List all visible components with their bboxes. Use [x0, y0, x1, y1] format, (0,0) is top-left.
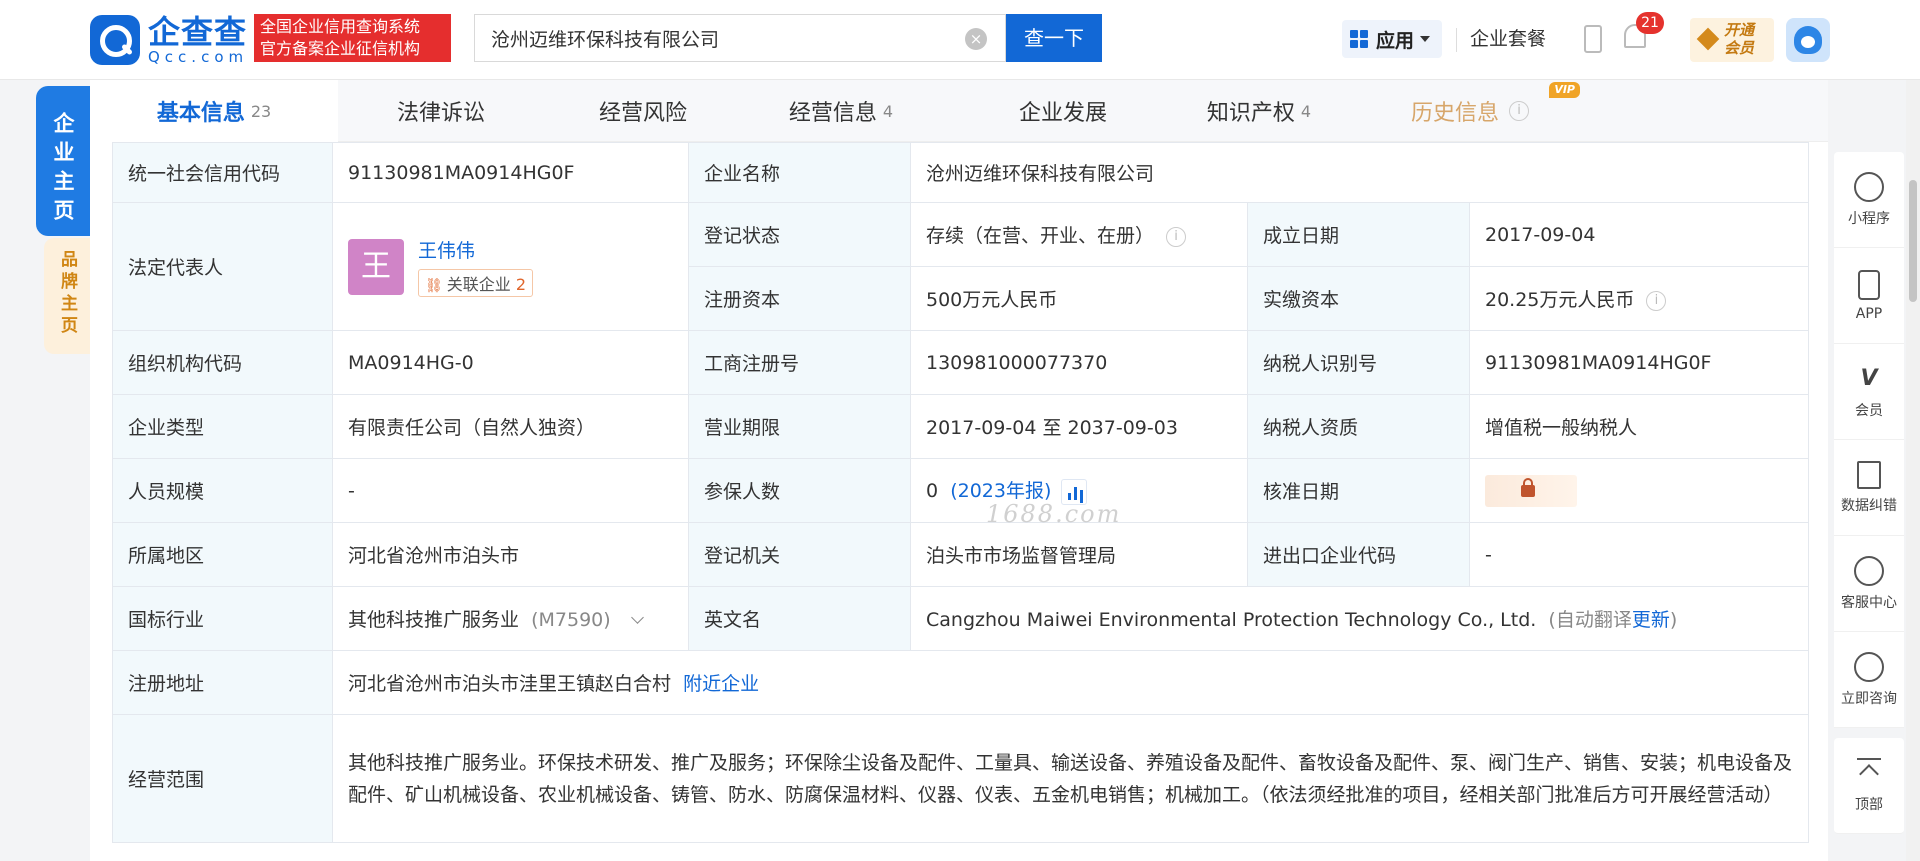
- reg-authority-value: 泊头市市场监督管理局: [910, 522, 1248, 587]
- grid-icon: [1350, 30, 1368, 48]
- notification-badge: 21: [1636, 12, 1664, 34]
- company-name-value: 沧州迈维环保科技有限公司: [909, 142, 1810, 203]
- lock-icon: [1521, 477, 1535, 497]
- info-icon[interactable]: i: [1646, 290, 1667, 311]
- table-row: 所属地区 河北省沧州市泊头市 登记机关 泊头市市场监督管理局 进出口企业代码 -: [112, 522, 1810, 587]
- table-row: 注册地址 河北省沧州市泊头市洼里王镇赵白合村 附近企业: [112, 650, 1810, 715]
- table-row: 法定代表人 王 王伟伟 ⛓ 关联企业 2 登记状态 存续（在营、开业、在册） i 成…: [112, 202, 1810, 331]
- right-toolbar: 小程序 APP V 会员 数据纠错 客服中心 立即咨询 顶部: [1834, 152, 1904, 834]
- table-row: 企业类型 有限责任公司（自然人独资） 营业期限 2017-09-04 至 203…: [112, 394, 1810, 459]
- open-vip-button[interactable]: 开通 会员: [1690, 18, 1774, 62]
- staff-size-value: -: [332, 458, 689, 523]
- table-row: 国标行业 其他科技推广服务业 (M7590) 英文名 Cangzhou Maiw…: [112, 586, 1810, 651]
- english-name-value: Cangzhou Maiwei Environmental Protection…: [909, 586, 1810, 651]
- app-download-button[interactable]: APP: [1834, 248, 1904, 344]
- table-row: 人员规模 - 参保人数 0 (2023年报) 核准日期: [112, 458, 1810, 523]
- basic-info-table: 统一社会信用代码 91130981MA0914HG0F 企业名称 沧州迈维环保科…: [112, 142, 1810, 843]
- info-icon[interactable]: i: [1166, 226, 1187, 247]
- chat-bubble-icon: [1854, 651, 1884, 682]
- customer-service-button[interactable]: 客服中心: [1834, 536, 1904, 632]
- mobile-phone-icon[interactable]: [1584, 25, 1602, 53]
- back-to-top-button[interactable]: 顶部: [1834, 738, 1904, 834]
- tab-legal-litigation[interactable]: 法律诉讼: [338, 80, 544, 142]
- data-correction-button[interactable]: 数据纠错: [1834, 440, 1904, 536]
- tab-basic-info[interactable]: 基本信息 23: [90, 80, 338, 142]
- user-avatar[interactable]: [1786, 18, 1830, 62]
- update-translation-link[interactable]: 更新: [1632, 609, 1670, 631]
- site-logo[interactable]: 企查查 Qcc.com: [90, 14, 248, 66]
- table-row: 经营范围 其他科技推广服务业。环保技术研发、推广及服务；环保除尘设备及配件、工量…: [112, 714, 1810, 843]
- org-code-value: MA0914HG-0: [332, 330, 689, 395]
- consult-now-button[interactable]: 立即咨询: [1834, 632, 1904, 728]
- vip-locked-field[interactable]: [1485, 474, 1577, 507]
- nearby-companies-link[interactable]: 附近企业: [683, 673, 759, 695]
- legal-rep-avatar[interactable]: 王: [348, 238, 404, 295]
- search-button[interactable]: 查一下: [1006, 14, 1102, 62]
- search-box: ×: [474, 14, 1006, 62]
- paid-capital-value: 20.25万元人民币 i: [1468, 266, 1810, 331]
- top-header: 企查查 Qcc.com 全国企业信用查询系统 官方备案企业征信机构 × 查一下 …: [0, 0, 1920, 80]
- enterprise-package-link[interactable]: 企业套餐: [1470, 24, 1546, 51]
- mobile-phone-icon: [1858, 269, 1880, 300]
- biz-term-value: 2017-09-04 至 2037-09-03: [910, 394, 1248, 459]
- member-button[interactable]: V 会员: [1834, 344, 1904, 440]
- legal-rep-cell: 王 王伟伟 ⛓ 关联企业 2: [332, 202, 689, 331]
- headset-icon: [1854, 555, 1884, 586]
- tab-company-development[interactable]: 企业发展: [940, 80, 1186, 142]
- logo-mark-icon: [90, 15, 140, 65]
- credit-code-value: 91130981MA0914HG0F: [332, 142, 689, 203]
- page-scrollbar[interactable]: [1906, 80, 1920, 861]
- side-tab-company-home[interactable]: 企业主页: [36, 86, 90, 236]
- vip-icon: V: [1860, 365, 1878, 391]
- arrow-up-icon: [1857, 757, 1881, 788]
- taxpayer-id-value: 91130981MA0914HG0F: [1468, 330, 1810, 395]
- apps-menu-button[interactable]: 应用: [1342, 20, 1442, 58]
- vip-diamond-icon: [1696, 27, 1720, 51]
- found-date-value: 2017-09-04: [1468, 202, 1810, 267]
- chevron-down-icon[interactable]: [630, 611, 644, 624]
- caret-down-icon: [1420, 36, 1431, 42]
- reg-capital-value: 500万元人民币: [910, 266, 1248, 331]
- industry-value[interactable]: 其他科技推广服务业 (M7590): [332, 586, 689, 651]
- tab-business-risk[interactable]: 经营风险: [544, 80, 742, 142]
- certification-badge: 全国企业信用查询系统 官方备案企业征信机构: [254, 14, 451, 62]
- legal-rep-name-link[interactable]: 王伟伟: [418, 237, 533, 265]
- tab-business-info[interactable]: 经营信息 4: [742, 80, 940, 142]
- region-value: 河北省沧州市泊头市: [332, 522, 689, 587]
- company-type-value: 有限责任公司（自然人独资）: [332, 394, 689, 459]
- side-tab-brand-home[interactable]: 品牌主页: [44, 238, 90, 354]
- status-value: 存续（在营、开业、在册） i: [910, 202, 1248, 267]
- table-row: 组织机构代码 MA0914HG-0 工商注册号 130981000077370 …: [112, 330, 1810, 395]
- approve-date-value: [1468, 458, 1810, 523]
- search-input[interactable]: [475, 15, 945, 61]
- related-companies-button[interactable]: ⛓ 关联企业 2: [418, 268, 534, 297]
- tax-qual-value: 增值税一般纳税人: [1468, 394, 1810, 459]
- watermark: 1688.com: [986, 500, 1122, 528]
- logo-text-en: Qcc.com: [148, 48, 249, 66]
- logo-text-cn: 企查查: [148, 13, 248, 51]
- link-icon: [1854, 171, 1884, 202]
- vip-tag: VIP: [1549, 82, 1580, 98]
- scrollbar-thumb[interactable]: [1909, 180, 1917, 302]
- section-tabs: 基本信息 23 法律诉讼 经营风险 经营信息 4 企业发展 知识产权 4 历史信息 i …: [90, 80, 1828, 142]
- tab-history-info[interactable]: 历史信息 i VIP: [1332, 80, 1608, 142]
- relation-icon: ⛓: [425, 277, 443, 294]
- import-export-value: -: [1468, 522, 1810, 587]
- info-icon[interactable]: i: [1509, 101, 1529, 121]
- biz-reg-no-value: 130981000077370: [910, 330, 1248, 395]
- table-row: 统一社会信用代码 91130981MA0914HG0F 企业名称 沧州迈维环保科…: [112, 142, 1810, 203]
- edit-document-icon: [1857, 460, 1881, 489]
- tab-intellectual-property[interactable]: 知识产权 4: [1186, 80, 1332, 142]
- business-scope-value: 其他科技推广服务业。环保技术研发、推广及服务；环保除尘设备及配件、工量具、输送设…: [331, 714, 1810, 843]
- company-info-card: 基本信息 23 法律诉讼 经营风险 经营信息 4 企业发展 知识产权 4 历史信息 i …: [90, 80, 1828, 861]
- clear-icon[interactable]: ×: [965, 28, 987, 50]
- mini-program-button[interactable]: 小程序: [1834, 152, 1904, 248]
- annual-report-link[interactable]: (2023年报): [950, 480, 1051, 502]
- address-value: 河北省沧州市泊头市洼里王镇赵白合村 附近企业: [331, 650, 1810, 715]
